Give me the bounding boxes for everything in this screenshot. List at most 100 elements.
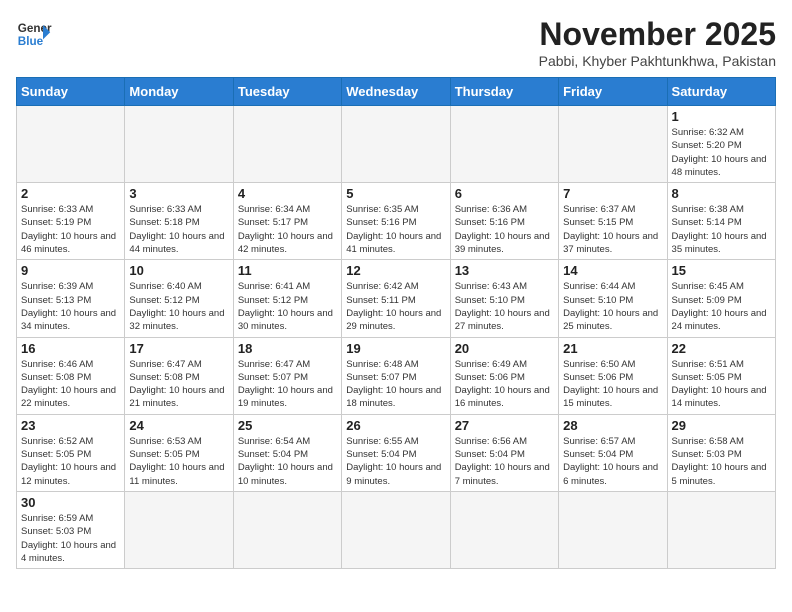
calendar-cell: 3Sunrise: 6:33 AM Sunset: 5:18 PM Daylig… xyxy=(125,183,233,260)
weekday-header-sunday: Sunday xyxy=(17,78,125,106)
day-number: 16 xyxy=(21,341,120,356)
calendar-cell: 27Sunrise: 6:56 AM Sunset: 5:04 PM Dayli… xyxy=(450,414,558,491)
calendar-cell: 12 Sunrise: 6:42 AM Sunset: 5:11 PM Dayli… xyxy=(342,260,450,337)
calendar-cell: 4Sunrise: 6:34 AM Sunset: 5:17 PM Daylig… xyxy=(233,183,341,260)
calendar-cell: 6 Sunrise: 6:36 AM Sunset: 5:16 PM Daylig… xyxy=(450,183,558,260)
logo: General Blue xyxy=(16,16,52,52)
day-number: 29 xyxy=(672,418,771,433)
day-info: Sunrise: 6:47 AM Sunset: 5:07 PM Dayligh… xyxy=(238,358,337,411)
day-info: Sunrise: 6:59 AM Sunset: 5:03 PM Dayligh… xyxy=(21,512,120,565)
day-number: 23 xyxy=(21,418,120,433)
calendar-cell: 25Sunrise: 6:54 AM Sunset: 5:04 PM Dayli… xyxy=(233,414,341,491)
svg-text:Blue: Blue xyxy=(18,35,44,48)
day-info: Sunrise: 6:34 AM Sunset: 5:17 PM Dayligh… xyxy=(238,203,337,256)
day-number: 27 xyxy=(455,418,554,433)
day-number: 11 xyxy=(238,263,337,278)
calendar-week-row: 30 Sunrise: 6:59 AM Sunset: 5:03 PM Dayli… xyxy=(17,491,776,568)
day-info: Sunrise: 6:54 AM Sunset: 5:04 PM Dayligh… xyxy=(238,435,337,488)
calendar-cell xyxy=(450,491,558,568)
day-number: 6 xyxy=(455,186,554,201)
calendar-cell: 11 Sunrise: 6:41 AM Sunset: 5:12 PM Dayli… xyxy=(233,260,341,337)
day-number: 1 xyxy=(672,109,771,124)
calendar-cell xyxy=(342,106,450,183)
calendar-cell: 20 Sunrise: 6:49 AM Sunset: 5:06 PM Dayli… xyxy=(450,337,558,414)
weekday-header-tuesday: Tuesday xyxy=(233,78,341,106)
calendar-cell: 18Sunrise: 6:47 AM Sunset: 5:07 PM Dayli… xyxy=(233,337,341,414)
day-info: Sunrise: 6:38 AM Sunset: 5:14 PM Dayligh… xyxy=(672,203,771,256)
day-info: Sunrise: 6:32 AM Sunset: 5:20 PM Dayligh… xyxy=(672,126,771,179)
calendar-cell xyxy=(342,491,450,568)
day-info: Sunrise: 6:37 AM Sunset: 5:15 PM Dayligh… xyxy=(563,203,662,256)
calendar-cell: 7 Sunrise: 6:37 AM Sunset: 5:15 PM Daylig… xyxy=(559,183,667,260)
calendar-cell: 1 Sunrise: 6:32 AM Sunset: 5:20 PM Daylig… xyxy=(667,106,775,183)
calendar-cell: 9Sunrise: 6:39 AM Sunset: 5:13 PM Daylig… xyxy=(17,260,125,337)
day-number: 10 xyxy=(129,263,228,278)
calendar-cell xyxy=(667,491,775,568)
day-info: Sunrise: 6:53 AM Sunset: 5:05 PM Dayligh… xyxy=(129,435,228,488)
calendar-week-row: 23 Sunrise: 6:52 AM Sunset: 5:05 PM Dayli… xyxy=(17,414,776,491)
calendar-cell: 24Sunrise: 6:53 AM Sunset: 5:05 PM Dayli… xyxy=(125,414,233,491)
calendar-cell: 10 Sunrise: 6:40 AM Sunset: 5:12 PM Dayli… xyxy=(125,260,233,337)
weekday-header-wednesday: Wednesday xyxy=(342,78,450,106)
calendar-cell: 5 Sunrise: 6:35 AM Sunset: 5:16 PM Daylig… xyxy=(342,183,450,260)
day-info: Sunrise: 6:49 AM Sunset: 5:06 PM Dayligh… xyxy=(455,358,554,411)
day-number: 21 xyxy=(563,341,662,356)
day-info: Sunrise: 6:45 AM Sunset: 5:09 PM Dayligh… xyxy=(672,280,771,333)
day-number: 17 xyxy=(129,341,228,356)
day-info: Sunrise: 6:36 AM Sunset: 5:16 PM Dayligh… xyxy=(455,203,554,256)
page-header: General Blue November 2025 Pabbi, Khyber… xyxy=(16,16,776,69)
day-number: 14 xyxy=(563,263,662,278)
calendar-cell: 22Sunrise: 6:51 AM Sunset: 5:05 PM Dayli… xyxy=(667,337,775,414)
day-info: Sunrise: 6:57 AM Sunset: 5:04 PM Dayligh… xyxy=(563,435,662,488)
day-info: Sunrise: 6:48 AM Sunset: 5:07 PM Dayligh… xyxy=(346,358,445,411)
calendar-cell xyxy=(450,106,558,183)
day-info: Sunrise: 6:50 AM Sunset: 5:06 PM Dayligh… xyxy=(563,358,662,411)
day-info: Sunrise: 6:40 AM Sunset: 5:12 PM Dayligh… xyxy=(129,280,228,333)
weekday-header-saturday: Saturday xyxy=(667,78,775,106)
day-number: 20 xyxy=(455,341,554,356)
day-info: Sunrise: 6:33 AM Sunset: 5:19 PM Dayligh… xyxy=(21,203,120,256)
calendar-cell: 14Sunrise: 6:44 AM Sunset: 5:10 PM Dayli… xyxy=(559,260,667,337)
day-number: 2 xyxy=(21,186,120,201)
day-info: Sunrise: 6:35 AM Sunset: 5:16 PM Dayligh… xyxy=(346,203,445,256)
logo-icon: General Blue xyxy=(16,16,52,52)
weekday-header-row: SundayMondayTuesdayWednesdayThursdayFrid… xyxy=(17,78,776,106)
calendar-cell xyxy=(559,106,667,183)
calendar-cell: 19Sunrise: 6:48 AM Sunset: 5:07 PM Dayli… xyxy=(342,337,450,414)
calendar-cell: 17Sunrise: 6:47 AM Sunset: 5:08 PM Dayli… xyxy=(125,337,233,414)
day-number: 7 xyxy=(563,186,662,201)
day-number: 12 xyxy=(346,263,445,278)
weekday-header-monday: Monday xyxy=(125,78,233,106)
calendar-cell: 26 Sunrise: 6:55 AM Sunset: 5:04 PM Dayli… xyxy=(342,414,450,491)
calendar-cell xyxy=(233,491,341,568)
day-number: 3 xyxy=(129,186,228,201)
calendar-cell xyxy=(559,491,667,568)
calendar-cell: 15Sunrise: 6:45 AM Sunset: 5:09 PM Dayli… xyxy=(667,260,775,337)
day-info: Sunrise: 6:42 AM Sunset: 5:11 PM Dayligh… xyxy=(346,280,445,333)
title-block: November 2025 Pabbi, Khyber Pakhtunkhwa,… xyxy=(539,16,776,69)
calendar-cell: 8 Sunrise: 6:38 AM Sunset: 5:14 PM Daylig… xyxy=(667,183,775,260)
calendar-cell: 2 Sunrise: 6:33 AM Sunset: 5:19 PM Daylig… xyxy=(17,183,125,260)
calendar-cell xyxy=(125,106,233,183)
day-info: Sunrise: 6:52 AM Sunset: 5:05 PM Dayligh… xyxy=(21,435,120,488)
day-number: 8 xyxy=(672,186,771,201)
day-info: Sunrise: 6:55 AM Sunset: 5:04 PM Dayligh… xyxy=(346,435,445,488)
calendar-cell: 23 Sunrise: 6:52 AM Sunset: 5:05 PM Dayli… xyxy=(17,414,125,491)
calendar-cell xyxy=(17,106,125,183)
day-number: 28 xyxy=(563,418,662,433)
calendar-week-row: 9Sunrise: 6:39 AM Sunset: 5:13 PM Daylig… xyxy=(17,260,776,337)
calendar-week-row: 16 Sunrise: 6:46 AM Sunset: 5:08 PM Dayli… xyxy=(17,337,776,414)
day-number: 13 xyxy=(455,263,554,278)
calendar-week-row: 2 Sunrise: 6:33 AM Sunset: 5:19 PM Daylig… xyxy=(17,183,776,260)
day-info: Sunrise: 6:39 AM Sunset: 5:13 PM Dayligh… xyxy=(21,280,120,333)
day-info: Sunrise: 6:43 AM Sunset: 5:10 PM Dayligh… xyxy=(455,280,554,333)
calendar-cell: 30 Sunrise: 6:59 AM Sunset: 5:03 PM Dayli… xyxy=(17,491,125,568)
calendar-table: SundayMondayTuesdayWednesdayThursdayFrid… xyxy=(16,77,776,569)
day-number: 5 xyxy=(346,186,445,201)
day-info: Sunrise: 6:46 AM Sunset: 5:08 PM Dayligh… xyxy=(21,358,120,411)
day-number: 30 xyxy=(21,495,120,510)
day-info: Sunrise: 6:51 AM Sunset: 5:05 PM Dayligh… xyxy=(672,358,771,411)
day-info: Sunrise: 6:41 AM Sunset: 5:12 PM Dayligh… xyxy=(238,280,337,333)
day-number: 26 xyxy=(346,418,445,433)
calendar-cell: 29Sunrise: 6:58 AM Sunset: 5:03 PM Dayli… xyxy=(667,414,775,491)
